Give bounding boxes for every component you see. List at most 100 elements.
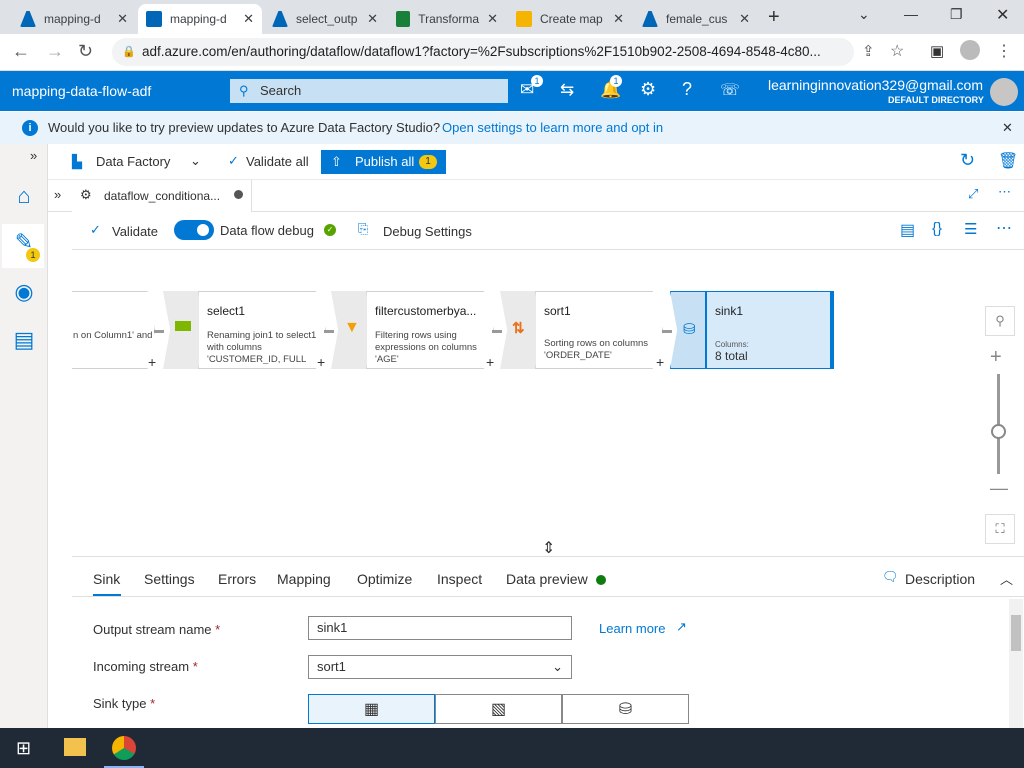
sink-type-cache-option[interactable]: ⛁ <box>562 694 689 724</box>
close-banner-icon[interactable]: ✕ <box>1002 112 1013 144</box>
search-input[interactable]: ⚲ Search <box>230 79 508 103</box>
tab-errors[interactable]: Errors <box>218 571 256 587</box>
factory-name[interactable]: mapping-data-flow-adf <box>12 83 151 99</box>
manage-toolbox-icon[interactable]: ▤ <box>10 326 38 354</box>
sort-icon-tile[interactable]: ⇅ <box>500 291 536 369</box>
discard-icon[interactable]: 🗑 <box>998 151 1018 171</box>
browser-menu-icon[interactable]: ⋮ <box>996 41 1012 61</box>
author-nav-item[interactable]: ✎ 1 <box>2 224 44 268</box>
expand-icon[interactable]: ⤢ <box>968 186 978 202</box>
close-tab-icon[interactable]: ✕ <box>243 11 254 27</box>
user-email[interactable]: learninginnovation329@gmail.com <box>768 77 983 93</box>
windows-start-icon[interactable]: ⊞ <box>16 738 31 759</box>
zoom-in-button[interactable]: + <box>990 346 1002 369</box>
fit-to-screen-icon[interactable]: ⛶ <box>985 514 1015 544</box>
browser-tab[interactable]: Transforma ✕ <box>388 4 506 34</box>
banner-link[interactable]: Open settings to learn more and opt in <box>442 112 663 144</box>
close-window-button[interactable]: ✕ <box>996 5 1009 25</box>
add-transform-button[interactable]: + <box>656 354 664 370</box>
zoom-slider-thumb[interactable] <box>991 424 1006 439</box>
learn-more-link[interactable]: Learn more <box>599 621 665 636</box>
tab-mapping[interactable]: Mapping <box>277 571 331 587</box>
close-tab-icon[interactable]: ✕ <box>487 11 498 27</box>
select-node[interactable]: select1 Renaming join1 to select1 with co… <box>198 291 326 369</box>
back-icon[interactable]: ← <box>12 41 30 62</box>
publish-all-button[interactable]: ⇧ Publish all 1 <box>321 150 446 174</box>
tab-settings[interactable]: Settings <box>144 571 195 587</box>
badge: 1 <box>531 75 543 87</box>
close-tab-icon[interactable]: ✕ <box>613 11 624 27</box>
description-button[interactable]: Description <box>905 571 975 587</box>
refresh-icon[interactable]: ↻ <box>960 150 975 171</box>
sink-node[interactable]: sink1 Columns: 8 total <box>706 291 834 369</box>
maximize-button[interactable]: ❐ <box>950 6 963 23</box>
browser-tab[interactable]: female_cus ✕ <box>634 4 758 34</box>
tab-sink[interactable]: Sink <box>93 571 120 587</box>
debug-settings-button[interactable]: Debug Settings <box>383 224 472 239</box>
tab-dataflow[interactable]: ⚙ dataflow_conditiona... <box>72 180 252 212</box>
tab-optimize[interactable]: Optimize <box>357 571 412 587</box>
user-avatar[interactable] <box>990 78 1018 106</box>
description-icon: 🗨 <box>882 569 899 584</box>
filter-icon-tile[interactable]: ▼ <box>331 291 367 369</box>
new-tab-button[interactable]: + <box>768 6 780 29</box>
scrollbar[interactable] <box>1009 599 1023 729</box>
browser-tab[interactable]: Create map ✕ <box>508 4 632 34</box>
output-stream-input[interactable]: sink1 <box>308 616 572 640</box>
check-icon: ✓ <box>90 222 101 237</box>
join-node[interactable]: n on Column1' and <box>72 291 155 369</box>
validate-button[interactable]: Validate <box>112 224 158 239</box>
forward-icon[interactable]: → <box>46 41 64 62</box>
code-braces-icon[interactable]: {} <box>932 220 942 237</box>
script-icon[interactable]: ▤ <box>900 220 915 240</box>
expand-rail-icon[interactable]: » <box>30 148 37 163</box>
browser-tab-active[interactable]: mapping-d ✕ <box>138 4 262 34</box>
chevron-down-icon[interactable]: ⌄ <box>190 153 201 169</box>
tab-search-icon[interactable]: ⌄ <box>858 6 870 23</box>
settings-gear-icon[interactable]: ⚙ <box>640 79 656 100</box>
reload-icon[interactable]: ↻ <box>78 41 93 62</box>
collapse-panel-icon[interactable]: ︿ <box>1000 569 1013 588</box>
connector <box>154 330 164 333</box>
close-tab-icon[interactable]: ✕ <box>739 11 750 27</box>
monitor-icon[interactable]: ◉ <box>10 278 38 306</box>
profile-avatar[interactable] <box>960 40 980 60</box>
add-transform-button[interactable]: + <box>486 354 494 370</box>
sort-node[interactable]: sort1 Sorting rows on columns 'ORDER_DATE… <box>535 291 663 369</box>
add-transform-button[interactable]: + <box>317 354 325 370</box>
properties-icon[interactable]: ☰ <box>964 220 977 238</box>
more-icon[interactable]: ⋯ <box>996 218 1012 238</box>
share-icon[interactable]: ⇪ <box>862 42 875 60</box>
more-icon[interactable]: ⋯ <box>998 184 1011 200</box>
sink-type-inline-option[interactable]: ▧ <box>435 694 562 724</box>
factory-dropdown[interactable]: Data Factory <box>96 154 170 169</box>
search-canvas-icon[interactable]: ⚲ <box>985 306 1015 336</box>
expand-factory-resources-icon[interactable]: » <box>54 187 61 202</box>
browser-tab[interactable]: select_outp ✕ <box>264 4 386 34</box>
sink-type-dataset-option[interactable]: ▦ <box>308 694 435 724</box>
tab-data-preview[interactable]: Data preview <box>506 571 588 587</box>
zoom-out-button[interactable]: — <box>990 478 1008 499</box>
support-icon[interactable]: ☏ <box>720 80 740 100</box>
incoming-stream-select[interactable]: sort1 ⌄ <box>308 655 572 679</box>
close-tab-icon[interactable]: ✕ <box>117 11 128 27</box>
select-icon-tile[interactable] <box>163 291 199 369</box>
switch-directory-icon[interactable]: ⇆ <box>560 80 574 100</box>
debug-toggle[interactable] <box>174 220 214 240</box>
add-transform-button[interactable]: + <box>148 354 156 370</box>
dataflow-canvas[interactable]: n on Column1' and + select1 Renaming join… <box>72 250 1024 555</box>
sink-icon-tile[interactable]: ⛁ <box>670 291 706 369</box>
help-icon[interactable]: ? <box>682 79 692 100</box>
side-panel-icon[interactable]: ▣ <box>930 42 944 60</box>
minimize-button[interactable]: — <box>904 6 918 22</box>
tab-inspect[interactable]: Inspect <box>437 571 482 587</box>
browser-tab[interactable]: mapping-d ✕ <box>12 4 136 34</box>
url-input[interactable]: 🔒 adf.azure.com/en/authoring/dataflow/dat… <box>112 38 854 66</box>
file-explorer-icon[interactable] <box>64 738 86 756</box>
chrome-icon[interactable] <box>112 736 136 760</box>
bookmark-star-icon[interactable]: ☆ <box>890 41 904 61</box>
validate-all-button[interactable]: Validate all <box>246 154 309 169</box>
filter-node[interactable]: filtercustomerbya... Filtering rows using… <box>366 291 494 369</box>
home-icon[interactable]: ⌂ <box>10 182 38 210</box>
close-tab-icon[interactable]: ✕ <box>367 11 378 27</box>
